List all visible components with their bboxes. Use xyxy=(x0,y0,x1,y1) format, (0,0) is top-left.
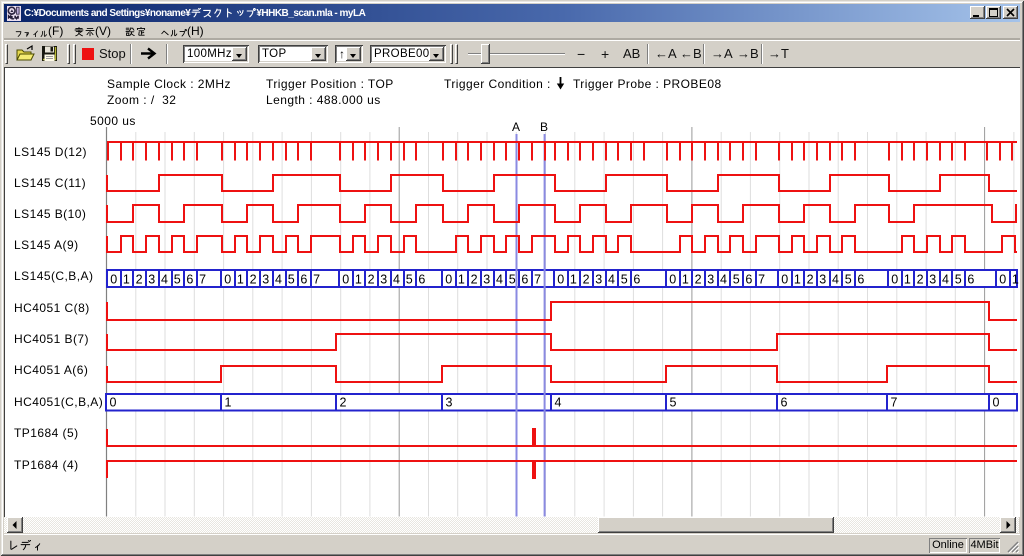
svg-text:2: 2 xyxy=(340,396,347,410)
svg-text:1: 1 xyxy=(904,272,911,286)
svg-text:1: 1 xyxy=(682,272,689,286)
svg-text:0: 0 xyxy=(993,396,1000,410)
svg-text:1: 1 xyxy=(458,272,465,286)
svg-text:6: 6 xyxy=(418,272,425,286)
svg-text:7: 7 xyxy=(199,272,206,286)
svg-text:5: 5 xyxy=(406,272,413,286)
svg-text:2: 2 xyxy=(136,272,143,286)
svg-text:1: 1 xyxy=(355,272,362,286)
svg-text:2: 2 xyxy=(807,272,814,286)
svg-text:7: 7 xyxy=(758,272,765,286)
svg-text:6: 6 xyxy=(857,272,864,286)
svg-text:6: 6 xyxy=(186,272,193,286)
svg-text:3: 3 xyxy=(380,272,387,286)
svg-text:4: 4 xyxy=(608,272,615,286)
svg-text:4: 4 xyxy=(832,272,839,286)
svg-text:6: 6 xyxy=(967,272,974,286)
svg-text:0: 0 xyxy=(110,272,117,286)
svg-text:0: 0 xyxy=(445,272,452,286)
svg-text:4: 4 xyxy=(942,272,949,286)
svg-text:2: 2 xyxy=(695,272,702,286)
svg-text:2: 2 xyxy=(583,272,590,286)
svg-text:2: 2 xyxy=(917,272,924,286)
svg-text:5: 5 xyxy=(621,272,628,286)
svg-text:6: 6 xyxy=(633,272,640,286)
svg-text:1: 1 xyxy=(570,272,577,286)
svg-text:0: 0 xyxy=(342,272,349,286)
svg-text:5: 5 xyxy=(670,396,677,410)
svg-text:6: 6 xyxy=(781,396,788,410)
svg-text:5: 5 xyxy=(955,272,962,286)
svg-text:7: 7 xyxy=(891,396,898,410)
svg-text:4: 4 xyxy=(496,272,503,286)
svg-text:1: 1 xyxy=(237,272,244,286)
svg-text:5: 5 xyxy=(733,272,740,286)
svg-text:5: 5 xyxy=(509,272,516,286)
svg-text:4: 4 xyxy=(161,272,168,286)
svg-text:6: 6 xyxy=(521,272,528,286)
svg-text:1: 1 xyxy=(1012,272,1019,286)
svg-text:7: 7 xyxy=(534,272,541,286)
svg-text:6: 6 xyxy=(300,272,307,286)
svg-text:0: 0 xyxy=(110,396,117,410)
svg-text:1: 1 xyxy=(794,272,801,286)
svg-text:5: 5 xyxy=(288,272,295,286)
svg-text:2: 2 xyxy=(471,272,478,286)
svg-text:3: 3 xyxy=(446,396,453,410)
svg-text:1: 1 xyxy=(123,272,130,286)
svg-text:6: 6 xyxy=(745,272,752,286)
svg-text:5: 5 xyxy=(174,272,181,286)
svg-text:0: 0 xyxy=(891,272,898,286)
svg-text:4: 4 xyxy=(555,396,562,410)
svg-text:4: 4 xyxy=(275,272,282,286)
svg-text:3: 3 xyxy=(262,272,269,286)
svg-text:3: 3 xyxy=(707,272,714,286)
svg-text:7: 7 xyxy=(313,272,320,286)
svg-text:1: 1 xyxy=(225,396,232,410)
svg-text:3: 3 xyxy=(819,272,826,286)
svg-text:0: 0 xyxy=(999,272,1006,286)
svg-text:5: 5 xyxy=(845,272,852,286)
svg-text:3: 3 xyxy=(929,272,936,286)
svg-text:4: 4 xyxy=(720,272,727,286)
svg-text:3: 3 xyxy=(483,272,490,286)
svg-text:3: 3 xyxy=(148,272,155,286)
svg-text:3: 3 xyxy=(595,272,602,286)
svg-text:0: 0 xyxy=(781,272,788,286)
svg-text:2: 2 xyxy=(250,272,257,286)
svg-text:4: 4 xyxy=(393,272,400,286)
svg-text:0: 0 xyxy=(557,272,564,286)
svg-text:0: 0 xyxy=(669,272,676,286)
svg-text:0: 0 xyxy=(224,272,231,286)
svg-text:2: 2 xyxy=(368,272,375,286)
